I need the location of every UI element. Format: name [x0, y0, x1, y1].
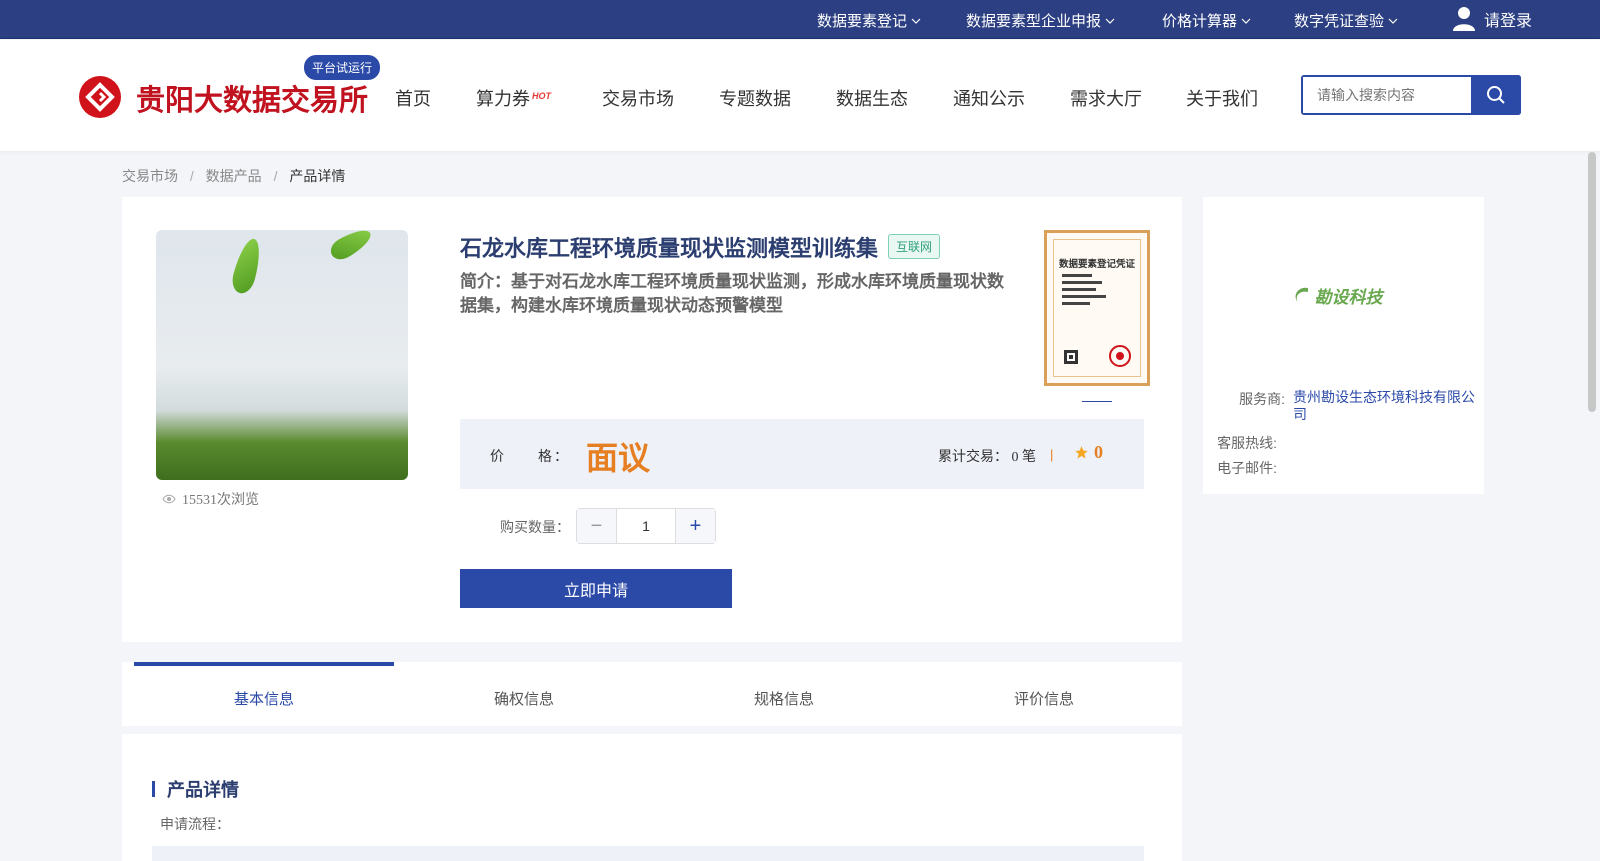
nav-item-demand-hall[interactable]: 需求大厅: [1070, 85, 1142, 111]
certificate-line: [1062, 288, 1096, 291]
email-label: 电子邮件:: [1217, 460, 1277, 476]
certificate-content: 数据要素登记凭证: [1053, 239, 1141, 377]
breadcrumb-data-products[interactable]: 数据产品: [206, 168, 262, 184]
apply-flow-area: [152, 846, 1144, 861]
leaf-decoration: [326, 230, 376, 264]
login-label: 请登录: [1484, 13, 1533, 30]
certificate-title: 数据要素登记凭证: [1058, 259, 1135, 270]
section-title-bar: [152, 781, 155, 797]
rating-value: 0: [1094, 442, 1103, 462]
product-card: 15531次浏览 石龙水库工程环境质量现状监测模型训练集 互联网 简介：基于对石…: [122, 197, 1182, 642]
category-tag: 互联网: [888, 234, 941, 259]
certificate-indicator: [1082, 401, 1112, 402]
product-details: 产品详情 申请流程：: [122, 734, 1182, 861]
price-value: 面议: [586, 439, 651, 477]
provider-email-row: 电子邮件:: [1215, 458, 1469, 478]
nav-item-notices[interactable]: 通知公示: [953, 85, 1025, 111]
nav-item-home[interactable]: 首页: [395, 85, 431, 111]
topbar-item-label: 数据要素登记: [817, 13, 908, 30]
hotline-label: 客服热线:: [1217, 435, 1277, 451]
product-intro: 简介：基于对石龙水库工程环境质量现状监测，形成水库环境质量现状数据集，构建水库环…: [460, 272, 1004, 316]
pilot-badge: 平台试运行: [304, 55, 381, 80]
nav-item-compute-voucher[interactable]: 算力券: [476, 85, 530, 111]
apply-button[interactable]: 立即申请: [460, 569, 732, 608]
certificate-line: [1062, 302, 1090, 305]
hotline-value: [1285, 433, 1469, 453]
topbar-item-certificate-check[interactable]: 数字凭证查验: [1294, 10, 1398, 31]
breadcrumb: 交易市场 / 数据产品 / 产品详情: [122, 166, 353, 186]
tab-rights-info[interactable]: 确权信息: [394, 666, 654, 730]
section-title-text: 产品详情: [167, 780, 239, 801]
tab-review-info[interactable]: 评价信息: [914, 666, 1174, 730]
breadcrumb-separator: /: [189, 168, 194, 184]
user-icon: [1453, 7, 1475, 31]
email-value: [1285, 458, 1469, 478]
topbar-item-data-registration[interactable]: 数据要素登记: [817, 10, 921, 31]
nav-item-market[interactable]: 交易市场: [602, 85, 674, 111]
price-box: 价 格： 面议 累计交易： 0 笔 | 0: [460, 419, 1144, 489]
certificate-line: [1062, 281, 1102, 284]
topbar-item-label: 价格计算器: [1162, 13, 1238, 30]
chevron-down-icon: [1388, 18, 1398, 24]
topbar-item-price-calculator[interactable]: 价格计算器: [1162, 10, 1251, 31]
leaf-decoration: [229, 236, 265, 296]
chevron-down-icon: [1241, 18, 1251, 24]
site-logo-text[interactable]: 贵阳大数据交易所: [136, 77, 368, 119]
service-label: 服务商:: [1239, 391, 1285, 407]
certificate-line: [1062, 295, 1106, 298]
certificate-seal-icon: [1109, 345, 1131, 367]
breadcrumb-market[interactable]: 交易市场: [122, 168, 178, 184]
apply-flow-label: 申请流程：: [160, 816, 230, 832]
view-count: 15531次浏览: [162, 489, 259, 509]
certificate-line: [1062, 274, 1092, 277]
provider-hotline-row: 客服热线:: [1215, 433, 1469, 453]
nav-item-topic-data[interactable]: 专题数据: [719, 85, 791, 111]
quantity-value[interactable]: 1: [617, 509, 675, 543]
product-title: 石龙水库工程环境质量现状监测模型训练集: [460, 237, 879, 262]
view-count-text: 15531次浏览: [182, 493, 259, 508]
detail-tabs: 基本信息 确权信息 规格信息 评价信息: [122, 662, 1182, 726]
quantity-label: 购买数量：: [500, 519, 570, 535]
certificate-qr-icon: [1064, 350, 1078, 364]
nav-item-about[interactable]: 关于我们: [1186, 85, 1258, 111]
quantity-stepper: − 1 +: [576, 508, 716, 544]
rating: 0: [1074, 442, 1103, 463]
eye-icon: [162, 494, 176, 504]
search-box: [1301, 75, 1521, 115]
login-link[interactable]: 请登录: [1452, 6, 1532, 32]
service-value[interactable]: 贵州勘设生态环境科技有限公司: [1293, 389, 1477, 423]
price-label: 价 格：: [490, 448, 570, 464]
provider-logo: 勘设科技: [1261, 225, 1411, 365]
chevron-down-icon: [911, 18, 921, 24]
section-title: 产品详情: [152, 776, 239, 802]
provider-card: 勘设科技 服务商: 贵州勘设生态环境科技有限公司 客服热线: 电子邮件:: [1203, 197, 1484, 494]
topbar-item-enterprise-apply[interactable]: 数据要素型企业申报: [966, 10, 1115, 31]
product-image: [156, 230, 408, 480]
provider-logo-icon: [1295, 287, 1308, 302]
tab-spec-info[interactable]: 规格信息: [654, 666, 914, 730]
quantity-increase-button[interactable]: +: [675, 509, 715, 543]
header: 贵阳大数据交易所 平台试运行 首页 算力券 HOT 交易市场 专题数据 数据生态…: [0, 40, 1600, 151]
topbar-item-label: 数字凭证查验: [1294, 13, 1385, 30]
registration-certificate[interactable]: 数据要素登记凭证: [1044, 230, 1150, 386]
page-scrollbar[interactable]: [1588, 152, 1596, 412]
provider-service-row: 服务商: 贵州勘设生态环境科技有限公司: [1223, 389, 1477, 423]
hot-badge: HOT: [532, 91, 551, 101]
top-bar: 数据要素登记 数据要素型企业申报 价格计算器 数字凭证查验 请登录: [0, 0, 1600, 39]
breadcrumb-current: 产品详情: [289, 168, 346, 184]
nav-item-ecosystem[interactable]: 数据生态: [836, 85, 908, 111]
quantity-decrease-button[interactable]: −: [577, 509, 617, 543]
divider: |: [1050, 447, 1054, 462]
topbar-item-label: 数据要素型企业申报: [966, 13, 1102, 30]
search-button[interactable]: [1471, 75, 1521, 115]
star-icon: [1075, 446, 1088, 459]
trade-count: 累计交易： 0 笔: [938, 450, 1036, 465]
tab-basic-info[interactable]: 基本信息: [134, 662, 394, 730]
breadcrumb-separator: /: [273, 168, 278, 184]
search-icon: [1487, 86, 1505, 104]
chevron-down-icon: [1105, 18, 1115, 24]
search-input[interactable]: [1303, 77, 1471, 113]
logo-icon[interactable]: [79, 76, 121, 118]
provider-logo-text: 勘设科技: [1314, 287, 1383, 308]
